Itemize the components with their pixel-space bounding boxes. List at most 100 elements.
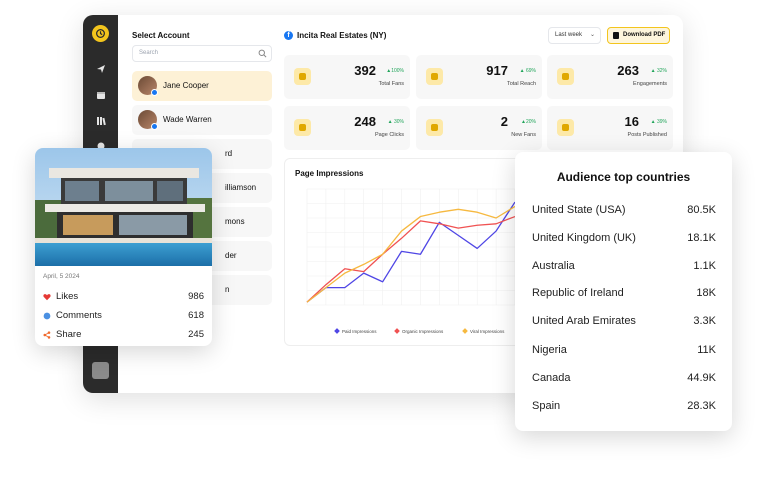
legend-label: Organic Impressions	[402, 329, 444, 334]
download-pdf-button[interactable]: Download PDF	[607, 27, 670, 44]
send-icon[interactable]	[94, 62, 107, 75]
stat-change: ▲ 32%	[650, 68, 667, 74]
country-row: United State (USA) 80.5K	[532, 204, 716, 220]
metric-label: Comments	[56, 310, 102, 321]
account-item[interactable]: Wade Warren	[132, 105, 272, 135]
fans-icon	[294, 68, 311, 85]
heart-icon	[43, 294, 51, 301]
period-select-value: Last week	[555, 32, 583, 38]
new-fans-icon	[426, 119, 443, 136]
stat-label: Total Fans	[378, 81, 404, 87]
country-value: 28.3K	[687, 400, 716, 412]
country-value: 3.3K	[693, 315, 716, 327]
country-value: 18.1K	[687, 232, 716, 244]
comment-icon	[43, 312, 51, 320]
account-name: rd	[225, 149, 233, 158]
page-impressions-chart: Page Impressions Paid Impressions Organic…	[284, 158, 544, 346]
metric-value: 245	[188, 329, 204, 340]
country-row: United Arab Emirates 3.3K	[532, 315, 716, 331]
post-date: April, 5 2024	[43, 273, 80, 280]
stat-value: 392	[354, 63, 376, 78]
stat-card: 2 ▲20% New Fans	[416, 106, 542, 150]
country-name: United State (USA)	[532, 204, 626, 216]
line-chart: Paid Impressions Organic Impressions Viral…	[306, 188, 516, 334]
stat-value: 2	[500, 114, 508, 129]
engagement-icon	[557, 68, 574, 85]
legend-marker	[334, 328, 340, 334]
stat-card: 392 ▲100% Total Fans	[284, 55, 410, 99]
app-logo-icon[interactable]	[92, 25, 109, 42]
stat-change: ▲ 30%	[387, 119, 404, 125]
account-item[interactable]: Jane Cooper	[132, 71, 272, 101]
pdf-icon	[613, 32, 619, 39]
house-photo	[35, 148, 212, 266]
stat-value: 16	[624, 114, 639, 129]
metric-label: Share	[56, 329, 82, 340]
click-icon	[294, 119, 311, 136]
post-card: April, 5 2024 Likes 986 Comments 618 Sha…	[35, 148, 212, 346]
stat-value: 263	[617, 63, 639, 78]
legend-marker	[462, 328, 468, 334]
country-row: Republic of Ireland 18K	[532, 287, 716, 303]
country-row: United Kingdom (UK) 18.1K	[532, 232, 716, 248]
stat-card: 263 ▲ 32% Engagements	[547, 55, 673, 99]
stat-value: 917	[486, 63, 508, 78]
account-name: mons	[225, 217, 245, 226]
library-icon[interactable]	[94, 114, 107, 127]
country-name: United Kingdom (UK)	[532, 232, 636, 244]
stat-value: 248	[354, 114, 376, 129]
account-panel-title: Select Account	[132, 31, 190, 40]
stat-label: Total Reach	[506, 81, 536, 87]
account-name: Wade Warren	[163, 115, 212, 124]
facebook-badge-icon	[151, 123, 158, 130]
legend-label: Paid Impressions	[342, 329, 377, 334]
download-pdf-label: Download PDF	[623, 32, 666, 38]
audience-title: Audience top countries	[556, 170, 691, 184]
country-value: 80.5K	[687, 204, 716, 216]
facebook-badge-icon	[151, 89, 158, 96]
country-row: Spain 28.3K	[532, 400, 716, 416]
stat-label: Posts Published	[627, 132, 667, 138]
stat-label: Page Clicks	[374, 132, 404, 138]
country-value: 44.9K	[687, 372, 716, 384]
posts-icon	[557, 119, 574, 136]
stat-change: ▲ 39%	[650, 119, 667, 125]
legend-marker	[394, 328, 400, 334]
country-name: Nigeria	[532, 344, 567, 356]
account-search-input[interactable]: Search	[132, 45, 272, 62]
series-line	[306, 215, 516, 303]
period-select[interactable]: Last week ⌄	[548, 27, 601, 44]
stat-change: ▲ 69%	[519, 68, 536, 74]
stat-change: ▲100%	[386, 68, 404, 74]
share-row: Share 245	[43, 328, 204, 342]
chevron-down-icon: ⌄	[589, 32, 595, 38]
series-line	[306, 201, 516, 303]
account-name: Jane Cooper	[163, 81, 209, 90]
audience-top-countries-card: Audience top countries United State (USA…	[515, 152, 732, 431]
country-row: Canada 44.9K	[532, 372, 716, 388]
stat-label: Engagements	[633, 81, 667, 87]
comments-row: Comments 618	[43, 309, 204, 323]
country-value: 1.1K	[693, 260, 716, 272]
stat-card: 917 ▲ 69% Total Reach	[416, 55, 542, 99]
calendar-icon[interactable]	[94, 88, 107, 101]
country-row: Nigeria 11K	[532, 344, 716, 360]
country-name: Canada	[532, 372, 571, 384]
country-row: Australia 1.1K	[532, 260, 716, 276]
account-name: illiamson	[225, 183, 257, 192]
reach-icon	[426, 68, 443, 85]
country-name: United Arab Emirates	[532, 315, 636, 327]
image-icon[interactable]	[92, 362, 109, 379]
likes-row: Likes 986	[43, 290, 204, 304]
account-name: n	[225, 285, 230, 294]
search-icon	[258, 49, 267, 58]
country-name: Australia	[532, 260, 575, 272]
account-name: der	[225, 251, 237, 260]
stat-change: ▲20%	[521, 119, 536, 125]
country-value: 11K	[697, 344, 716, 356]
country-name: Republic of Ireland	[532, 287, 624, 299]
share-icon	[43, 331, 51, 339]
page-title: Incita Real Estates (NY)	[297, 31, 387, 40]
stat-card: 16 ▲ 39% Posts Published	[547, 106, 673, 150]
metric-value: 618	[188, 310, 204, 321]
